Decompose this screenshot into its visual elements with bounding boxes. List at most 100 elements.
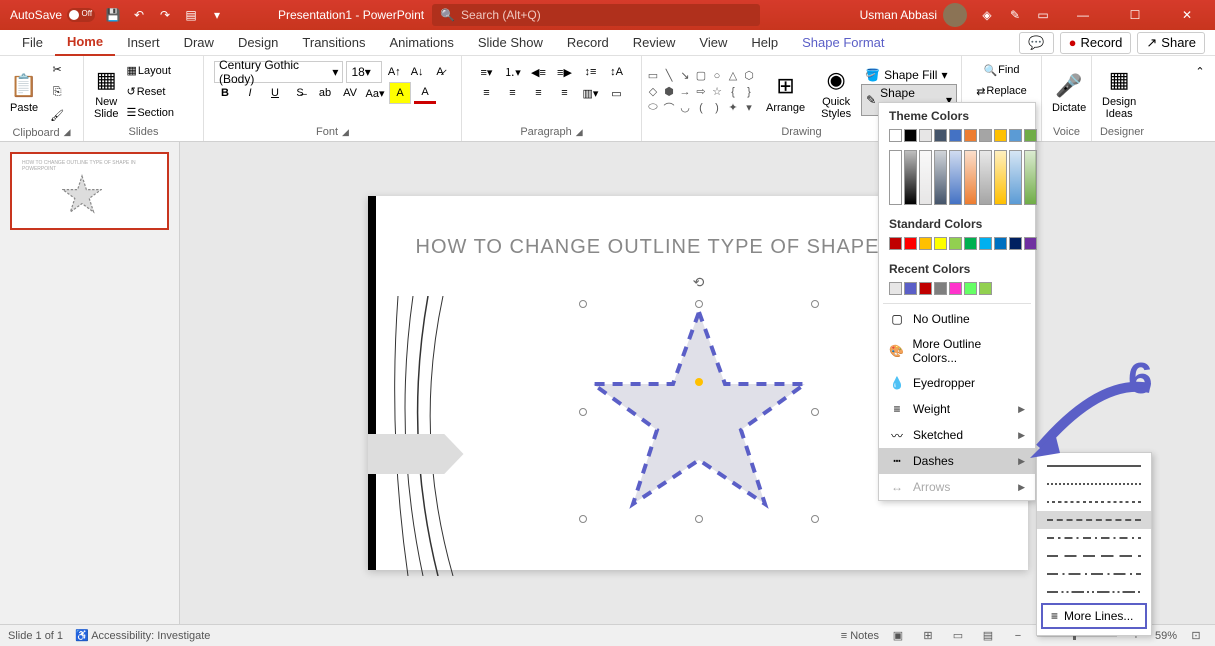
handle-tr[interactable]	[811, 300, 819, 308]
highlight-button[interactable]: A	[389, 82, 411, 104]
more-lines-item[interactable]: ≡More Lines...	[1041, 603, 1147, 629]
color-swatch[interactable]	[904, 237, 917, 250]
search-input[interactable]: 🔍 Search (Alt+Q)	[432, 4, 760, 26]
color-swatch[interactable]	[919, 237, 932, 250]
color-shade-column[interactable]	[904, 150, 917, 205]
dash-square-dot[interactable]	[1037, 493, 1151, 511]
color-shade-column[interactable]	[994, 150, 1007, 205]
color-swatch[interactable]	[889, 129, 902, 142]
color-swatch[interactable]	[979, 129, 992, 142]
reset-button[interactable]: ↺ Reset	[126, 82, 174, 102]
arrows-item[interactable]: ↔Arrows▶	[879, 474, 1035, 500]
justify-button[interactable]: ≡	[554, 82, 576, 104]
layout-button[interactable]: ▦ Layout	[126, 61, 174, 81]
shadow-button[interactable]: ab	[314, 82, 336, 104]
design-ideas-button[interactable]: ▦Design Ideas	[1096, 60, 1142, 124]
dash-long-dash[interactable]	[1037, 547, 1151, 565]
color-swatch[interactable]	[979, 282, 992, 295]
handle-tc[interactable]	[695, 300, 703, 308]
autosave-toggle[interactable]: AutoSave Off	[10, 8, 95, 22]
tab-draw[interactable]: Draw	[172, 30, 226, 56]
accessibility-status[interactable]: ♿ Accessibility: Investigate	[75, 629, 210, 642]
tab-animations[interactable]: Animations	[378, 30, 466, 56]
handle-ml[interactable]	[579, 408, 587, 416]
color-swatch[interactable]	[964, 282, 977, 295]
indent-dec-button[interactable]: ◀≡	[528, 61, 550, 83]
line-spacing-button[interactable]: ↕≡	[580, 61, 602, 83]
tab-help[interactable]: Help	[739, 30, 790, 56]
toggle-switch[interactable]: Off	[67, 8, 95, 22]
present-icon[interactable]: ▤	[183, 7, 199, 23]
italic-button[interactable]: I	[239, 82, 261, 104]
handle-bl[interactable]	[579, 515, 587, 523]
color-swatch[interactable]	[949, 282, 962, 295]
star-shape[interactable]	[583, 304, 815, 519]
color-swatch[interactable]	[1009, 129, 1022, 142]
quick-styles-button[interactable]: ◉Quick Styles	[815, 60, 857, 124]
pen-icon[interactable]: ✎	[1007, 7, 1023, 23]
no-outline-item[interactable]: ▢No Outline	[879, 306, 1035, 332]
case-button[interactable]: Aa▾	[364, 82, 386, 104]
color-swatch[interactable]	[949, 237, 962, 250]
color-swatch[interactable]	[919, 282, 932, 295]
color-shade-column[interactable]	[979, 150, 992, 205]
notes-button[interactable]: ≡ Notes	[841, 630, 879, 642]
color-swatch[interactable]	[994, 129, 1007, 142]
minimize-button[interactable]: —	[1063, 0, 1103, 30]
handle-tl[interactable]	[579, 300, 587, 308]
tab-view[interactable]: View	[687, 30, 739, 56]
find-button[interactable]: 🔍 Find	[983, 60, 1019, 80]
color-shade-column[interactable]	[1024, 150, 1037, 205]
replace-button[interactable]: ⇄ Replace	[976, 81, 1027, 101]
color-swatch[interactable]	[889, 282, 902, 295]
decrease-font-icon[interactable]: A↓	[406, 61, 428, 83]
ribbon-display-icon[interactable]: ▭	[1035, 7, 1051, 23]
tab-design[interactable]: Design	[226, 30, 290, 56]
sketched-item[interactable]: 〰Sketched▶	[879, 422, 1035, 448]
reading-view-button[interactable]: ▭	[947, 627, 969, 645]
handle-br[interactable]	[811, 515, 819, 523]
diamond-icon[interactable]: ◈	[979, 7, 995, 23]
color-swatch[interactable]	[934, 129, 947, 142]
tab-record[interactable]: Record	[555, 30, 621, 56]
zoom-out-button[interactable]: −	[1007, 627, 1029, 645]
color-shade-column[interactable]	[919, 150, 932, 205]
font-color-button[interactable]: A	[414, 82, 436, 104]
tab-home[interactable]: Home	[55, 30, 115, 56]
shape-fill-button[interactable]: 🪣Shape Fill ▾	[861, 67, 957, 83]
color-shade-column[interactable]	[934, 150, 947, 205]
font-family-select[interactable]: Century Gothic (Body) ▾	[214, 61, 343, 83]
color-swatch[interactable]	[1009, 237, 1022, 250]
dash-dash[interactable]	[1037, 511, 1151, 529]
close-button[interactable]: ✕	[1167, 0, 1207, 30]
bullets-button[interactable]: ≡▾	[476, 61, 498, 83]
numbering-button[interactable]: ⒈▾	[502, 61, 524, 83]
undo-icon[interactable]: ↶	[131, 7, 147, 23]
increase-font-icon[interactable]: A↑	[383, 61, 405, 83]
tab-review[interactable]: Review	[621, 30, 688, 56]
spacing-button[interactable]: AV	[339, 82, 361, 104]
user-account[interactable]: Usman Abbasi	[860, 3, 967, 27]
columns-button[interactable]: ▥▾	[580, 82, 602, 104]
dash-long-dash-dot[interactable]	[1037, 565, 1151, 583]
fit-window-button[interactable]: ⊡	[1185, 627, 1207, 645]
color-swatch[interactable]	[919, 129, 932, 142]
save-icon[interactable]: 💾	[105, 7, 121, 23]
slide-thumbnail[interactable]: HOW TO CHANGE OUTLINE TYPE OF SHAPE IN P…	[10, 152, 169, 230]
tab-shape-format[interactable]: Shape Format	[790, 30, 896, 56]
rotation-handle[interactable]: ⟲	[693, 274, 705, 291]
color-shade-column[interactable]	[964, 150, 977, 205]
convert-smartart-button[interactable]: ▭	[606, 82, 628, 104]
share-button[interactable]: ↗ Share	[1137, 32, 1205, 54]
dictate-button[interactable]: 🎤Dictate	[1046, 60, 1092, 124]
weight-item[interactable]: ≡Weight▶	[879, 396, 1035, 422]
copy-button[interactable]: ⎘	[46, 81, 68, 103]
dash-dash-dot[interactable]	[1037, 529, 1151, 547]
color-shade-column[interactable]	[889, 150, 902, 205]
color-swatch[interactable]	[964, 237, 977, 250]
sorter-view-button[interactable]: ⊞	[917, 627, 939, 645]
tab-file[interactable]: File	[10, 30, 55, 56]
color-swatch[interactable]	[1024, 237, 1037, 250]
star-shape-selection[interactable]: ⟲	[583, 304, 815, 519]
clear-format-icon[interactable]: A̷	[429, 61, 451, 83]
